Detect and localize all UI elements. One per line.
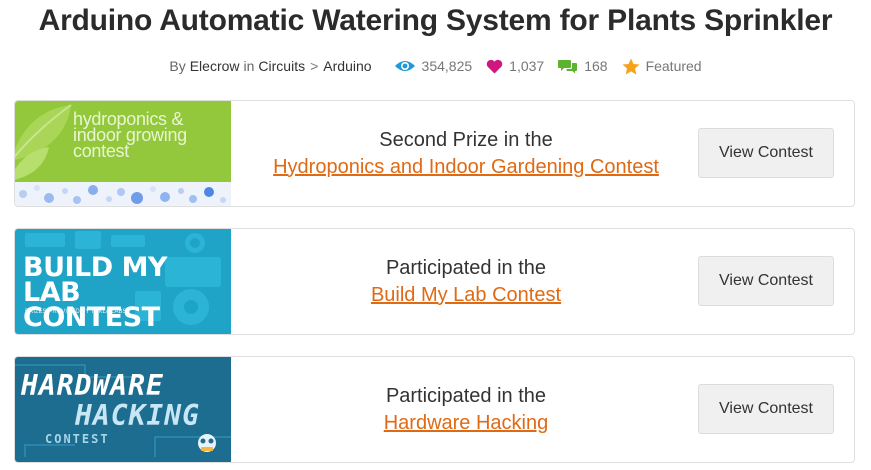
contest-info: Participated in the Hardware Hacking bbox=[231, 357, 701, 462]
contest-link[interactable]: Hardware Hacking bbox=[384, 409, 549, 437]
featured-stat: Featured bbox=[622, 58, 702, 75]
banner-text: BUILD MY LAB CONTEST bbox=[23, 252, 168, 333]
page-title: Arduino Automatic Watering System for Pl… bbox=[38, 4, 833, 37]
contest-banner-hardware-hacking[interactable]: HARDWARE HACKING CONTEST bbox=[15, 357, 231, 462]
contest-card: BUILD MY LAB CONTEST PRIZES PROVIDED BY … bbox=[14, 228, 855, 335]
view-contest-button[interactable]: View Contest bbox=[698, 384, 834, 434]
project-meta: By Elecrow in Circuits > Arduino 354,825… bbox=[0, 56, 871, 76]
in-label: in bbox=[243, 58, 255, 74]
favorites-stat: 1,037 bbox=[486, 58, 544, 74]
star-icon bbox=[622, 58, 640, 74]
comments-count: 168 bbox=[584, 58, 608, 74]
views-count: 354,825 bbox=[421, 58, 473, 74]
prize-label: Participated in the bbox=[385, 384, 547, 407]
banner-text-line1: HARDWARE bbox=[21, 369, 164, 402]
contest-banner-build-my-lab[interactable]: BUILD MY LAB CONTEST PRIZES PROVIDED BY … bbox=[15, 229, 231, 334]
view-contest-button[interactable]: View Contest bbox=[698, 256, 834, 306]
category-link[interactable]: Circuits bbox=[258, 58, 305, 74]
heart-icon bbox=[486, 59, 503, 73]
banner-text-line3: CONTEST bbox=[45, 432, 110, 446]
favorites-count: 1,037 bbox=[509, 58, 545, 74]
by-label: By bbox=[169, 58, 186, 74]
subcategory-link[interactable]: Arduino bbox=[323, 58, 371, 74]
featured-label: Featured bbox=[645, 58, 702, 74]
banner-sponsor: PRIZES PROVIDED BY TEKLA LABS bbox=[25, 309, 127, 315]
prize-label: Second Prize in the bbox=[379, 128, 553, 151]
banner-text: hydroponics & indoor growing contest bbox=[73, 109, 187, 161]
contest-banner-hydroponics[interactable]: hydroponics & indoor growing contest bbox=[15, 101, 231, 206]
views-stat: 354,825 bbox=[394, 58, 473, 74]
contest-info: Participated in the Build My Lab Contest bbox=[231, 229, 701, 334]
author-link[interactable]: Elecrow bbox=[190, 58, 240, 74]
view-contest-button[interactable]: View Contest bbox=[698, 128, 834, 178]
contest-card: HARDWARE HACKING CONTEST Participated in… bbox=[14, 356, 855, 463]
comments-stat: 168 bbox=[558, 58, 608, 74]
banner-text-line2: HACKING bbox=[75, 399, 201, 432]
contest-info: Second Prize in the Hydroponics and Indo… bbox=[231, 101, 701, 206]
comments-icon bbox=[558, 60, 578, 74]
contest-card: hydroponics & indoor growing contest Sec… bbox=[14, 100, 855, 207]
contest-link[interactable]: Hydroponics and Indoor Gardening Contest bbox=[273, 153, 659, 181]
breadcrumb-separator: > bbox=[310, 58, 319, 74]
bubbles-decoration bbox=[15, 182, 231, 206]
eye-icon bbox=[394, 61, 415, 71]
prize-label: Participated in the bbox=[385, 256, 547, 279]
contest-link[interactable]: Build My Lab Contest bbox=[371, 281, 561, 309]
